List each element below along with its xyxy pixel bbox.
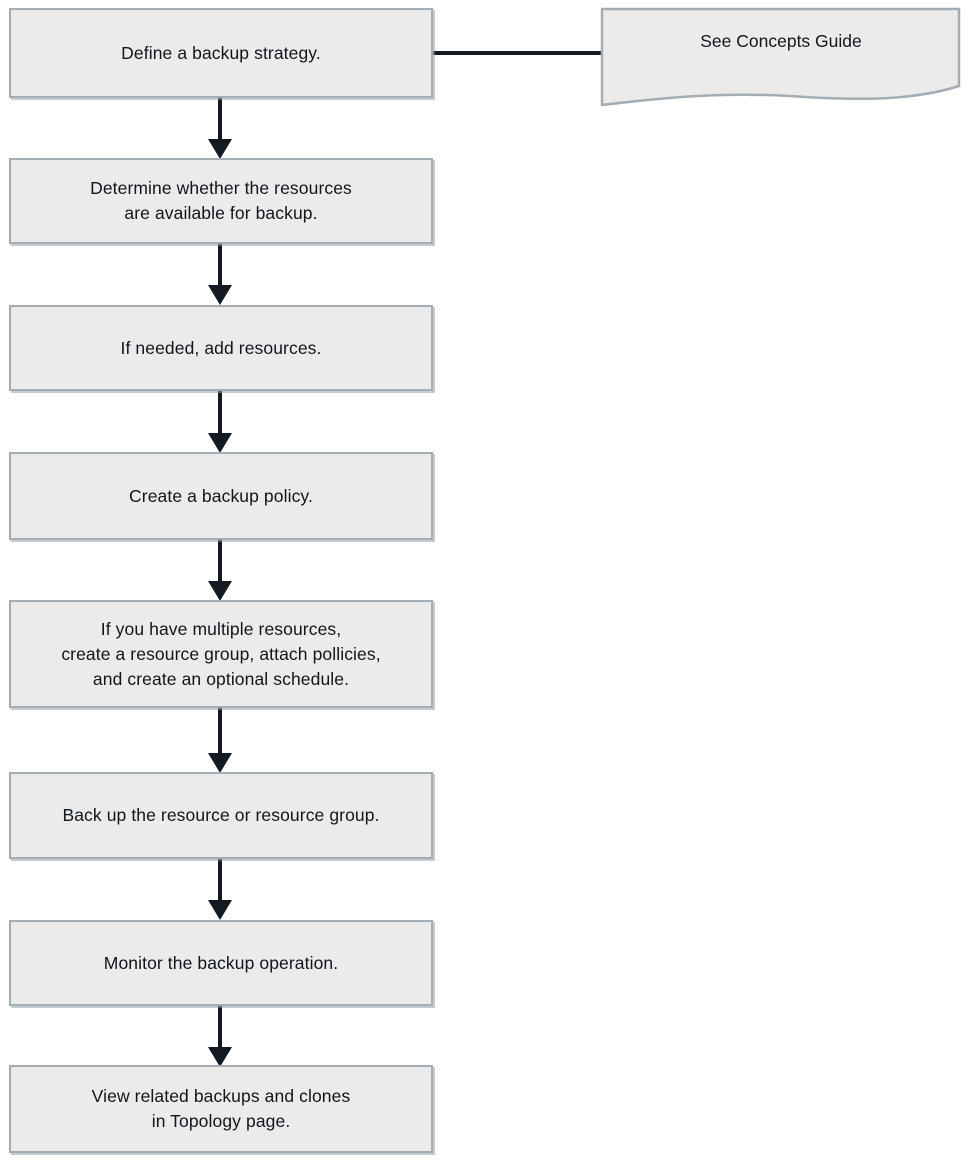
- arrow-define-to-determine: [208, 95, 232, 159]
- node-determine-resources-available[interactable]: Determine whether the resources are avai…: [9, 158, 433, 244]
- node-label: Back up the resource or resource group.: [62, 805, 380, 825]
- node-back-up-resource[interactable]: Back up the resource or resource group.: [9, 772, 433, 859]
- node-label: If you have multiple resources, create a…: [61, 618, 381, 689]
- arrow-backup-to-monitor: [208, 856, 232, 920]
- node-create-resource-group[interactable]: If you have multiple resources, create a…: [9, 600, 433, 708]
- arrow-monitor-to-topology: [208, 1003, 232, 1067]
- node-label: Create a backup policy.: [129, 485, 313, 506]
- flowchart-canvas: Define a backup strategy. Determine whet…: [0, 0, 969, 1164]
- node-label: Define a backup strategy.: [121, 42, 321, 63]
- node-add-resources[interactable]: If needed, add resources.: [9, 305, 433, 391]
- arrow-determine-to-add-resources: [208, 241, 232, 305]
- node-label: See Concepts Guide: [700, 31, 862, 51]
- arrow-resource-group-to-backup: [208, 705, 232, 773]
- node-define-backup-strategy[interactable]: Define a backup strategy.: [9, 8, 433, 98]
- node-label: Determine whether the resources are avai…: [90, 178, 352, 223]
- node-see-concepts-guide[interactable]: See Concepts Guide: [599, 6, 963, 110]
- node-label: View related backups and clones in Topol…: [91, 1086, 351, 1131]
- node-monitor-backup-operation[interactable]: Monitor the backup operation.: [9, 920, 433, 1006]
- node-view-topology[interactable]: View related backups and clones in Topol…: [9, 1065, 433, 1153]
- arrow-create-policy-to-resource-group: [208, 537, 232, 601]
- arrow-add-resources-to-create-policy: [208, 389, 232, 453]
- document-shape: [600, 7, 961, 107]
- node-label: If needed, add resources.: [120, 337, 322, 358]
- node-create-backup-policy[interactable]: Create a backup policy.: [9, 452, 433, 540]
- connector-define-to-concepts: [430, 51, 605, 55]
- node-label: Monitor the backup operation.: [103, 952, 339, 973]
